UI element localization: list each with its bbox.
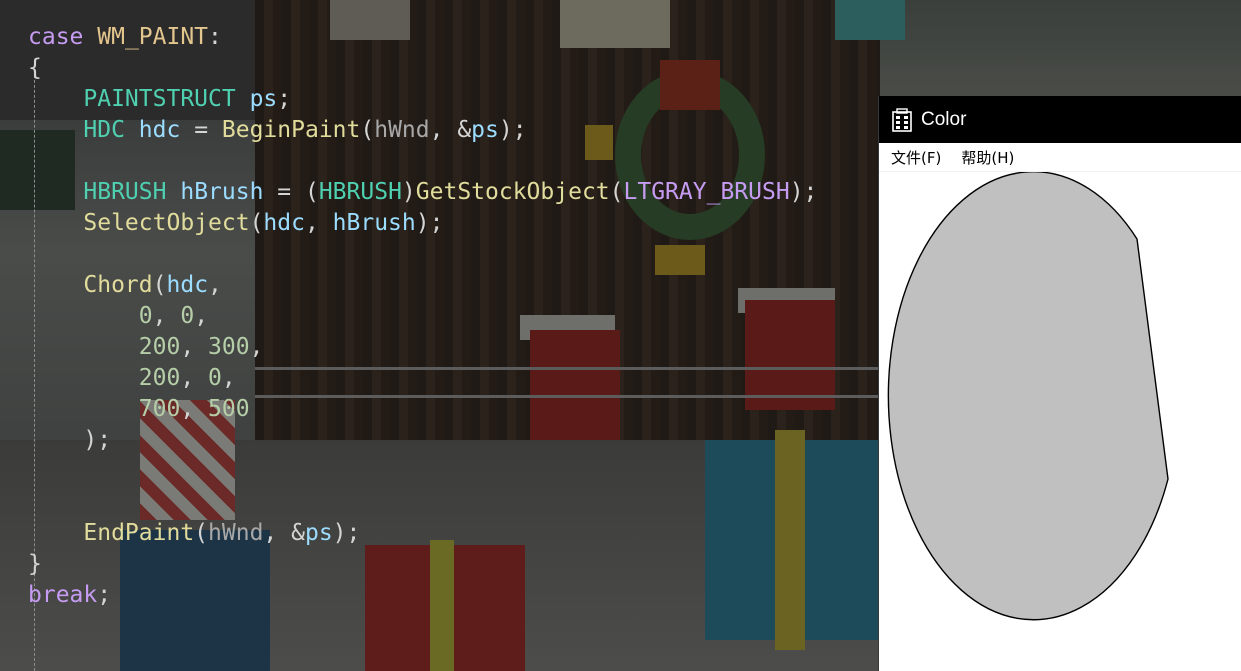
code-token: ) bbox=[401, 179, 416, 205]
code-token: = bbox=[180, 117, 222, 143]
code-token: LTGRAY_BRUSH bbox=[623, 179, 790, 205]
code-token: , bbox=[208, 272, 222, 298]
background-sky bbox=[880, 0, 1241, 100]
code-token: hdc bbox=[166, 272, 209, 298]
background-ornament bbox=[330, 0, 410, 40]
code-token: , bbox=[180, 365, 209, 391]
code-token: 500 bbox=[208, 396, 250, 422]
code-token: 0 bbox=[180, 303, 195, 329]
menu-bar: 文件(F) 帮助(H) bbox=[879, 143, 1241, 172]
code-token: , & bbox=[263, 520, 305, 546]
code-token: HBRUSH bbox=[318, 179, 402, 205]
code-token: HBRUSH bbox=[83, 179, 167, 205]
code-token: 0 bbox=[138, 303, 153, 329]
code-token: 200 bbox=[138, 365, 181, 391]
code-token: 0 bbox=[208, 365, 222, 391]
background-gift bbox=[120, 530, 270, 671]
code-token: hWnd bbox=[374, 117, 430, 143]
background-stocking bbox=[745, 300, 835, 410]
code-token: } bbox=[28, 551, 42, 577]
app-window-icon bbox=[891, 107, 913, 132]
background-bow bbox=[660, 60, 720, 110]
code-token: break bbox=[28, 582, 98, 608]
code-token: hBrush bbox=[332, 210, 416, 236]
code-token: ( bbox=[360, 117, 375, 143]
client-area bbox=[879, 171, 1241, 671]
code-token: ); bbox=[789, 179, 818, 205]
code-token: ); bbox=[332, 520, 361, 546]
code-token: ; bbox=[97, 582, 112, 608]
code-token: GetStockObject bbox=[415, 179, 610, 205]
code-token: PAINTSTRUCT bbox=[83, 86, 236, 112]
code-token: ps bbox=[304, 520, 333, 546]
code-token: ( bbox=[249, 210, 264, 236]
code-token: EndPaint bbox=[83, 520, 195, 546]
window-titlebar[interactable]: Color bbox=[879, 96, 1241, 143]
code-token: 200 bbox=[138, 334, 181, 360]
code-token: hdc bbox=[138, 117, 181, 143]
code-token: Chord bbox=[83, 272, 153, 298]
code-token: , bbox=[180, 334, 209, 360]
chord-canvas bbox=[887, 171, 1169, 621]
background-decoration bbox=[585, 125, 613, 160]
code-token: ( bbox=[152, 272, 167, 298]
menu-help[interactable]: 帮助(H) bbox=[961, 147, 1014, 168]
code-token: , & bbox=[429, 117, 472, 143]
code-token: case bbox=[28, 24, 84, 50]
code-token: , bbox=[304, 210, 333, 236]
code-token: hBrush bbox=[180, 179, 264, 205]
code-token: ps bbox=[471, 117, 499, 143]
code-token: : bbox=[208, 24, 222, 50]
code-token: , bbox=[221, 365, 236, 391]
menu-file[interactable]: 文件(F) bbox=[891, 147, 941, 168]
window-title: Color bbox=[921, 108, 967, 130]
code-token: , bbox=[249, 334, 264, 360]
code-token: hWnd bbox=[208, 520, 264, 546]
background-gift-ribbon bbox=[775, 430, 805, 650]
code-token: 300 bbox=[208, 334, 250, 360]
code-token: 700 bbox=[138, 396, 181, 422]
code-token: , bbox=[152, 303, 181, 329]
line-highlight-border bbox=[255, 367, 880, 370]
background-gift-ribbon bbox=[430, 540, 454, 671]
code-token: { bbox=[28, 55, 42, 81]
code-token: WM_PAINT bbox=[97, 24, 209, 50]
code-token: ( bbox=[609, 179, 624, 205]
code-token: ps bbox=[249, 86, 278, 112]
code-token: , bbox=[180, 396, 209, 422]
code-token: , bbox=[194, 303, 209, 329]
chord-shape bbox=[887, 171, 1169, 621]
background-decoration bbox=[655, 245, 705, 275]
background-stocking bbox=[530, 330, 620, 440]
code-token: ); bbox=[83, 427, 112, 453]
code-token: SelectObject bbox=[83, 210, 250, 236]
code-token: ; bbox=[277, 86, 292, 112]
code-token: hdc bbox=[263, 210, 305, 236]
code-token: HDC bbox=[83, 117, 125, 143]
app-window[interactable]: Color 文件(F) 帮助(H) bbox=[878, 96, 1241, 671]
code-token: ( bbox=[194, 520, 209, 546]
background-ornament bbox=[835, 0, 905, 40]
background-ornament bbox=[560, 0, 670, 48]
code-token: ); bbox=[498, 117, 527, 143]
code-token: BeginPaint bbox=[221, 117, 361, 143]
line-highlight-border bbox=[255, 395, 880, 398]
code-token: ); bbox=[415, 210, 444, 236]
code-token: = ( bbox=[263, 179, 319, 205]
